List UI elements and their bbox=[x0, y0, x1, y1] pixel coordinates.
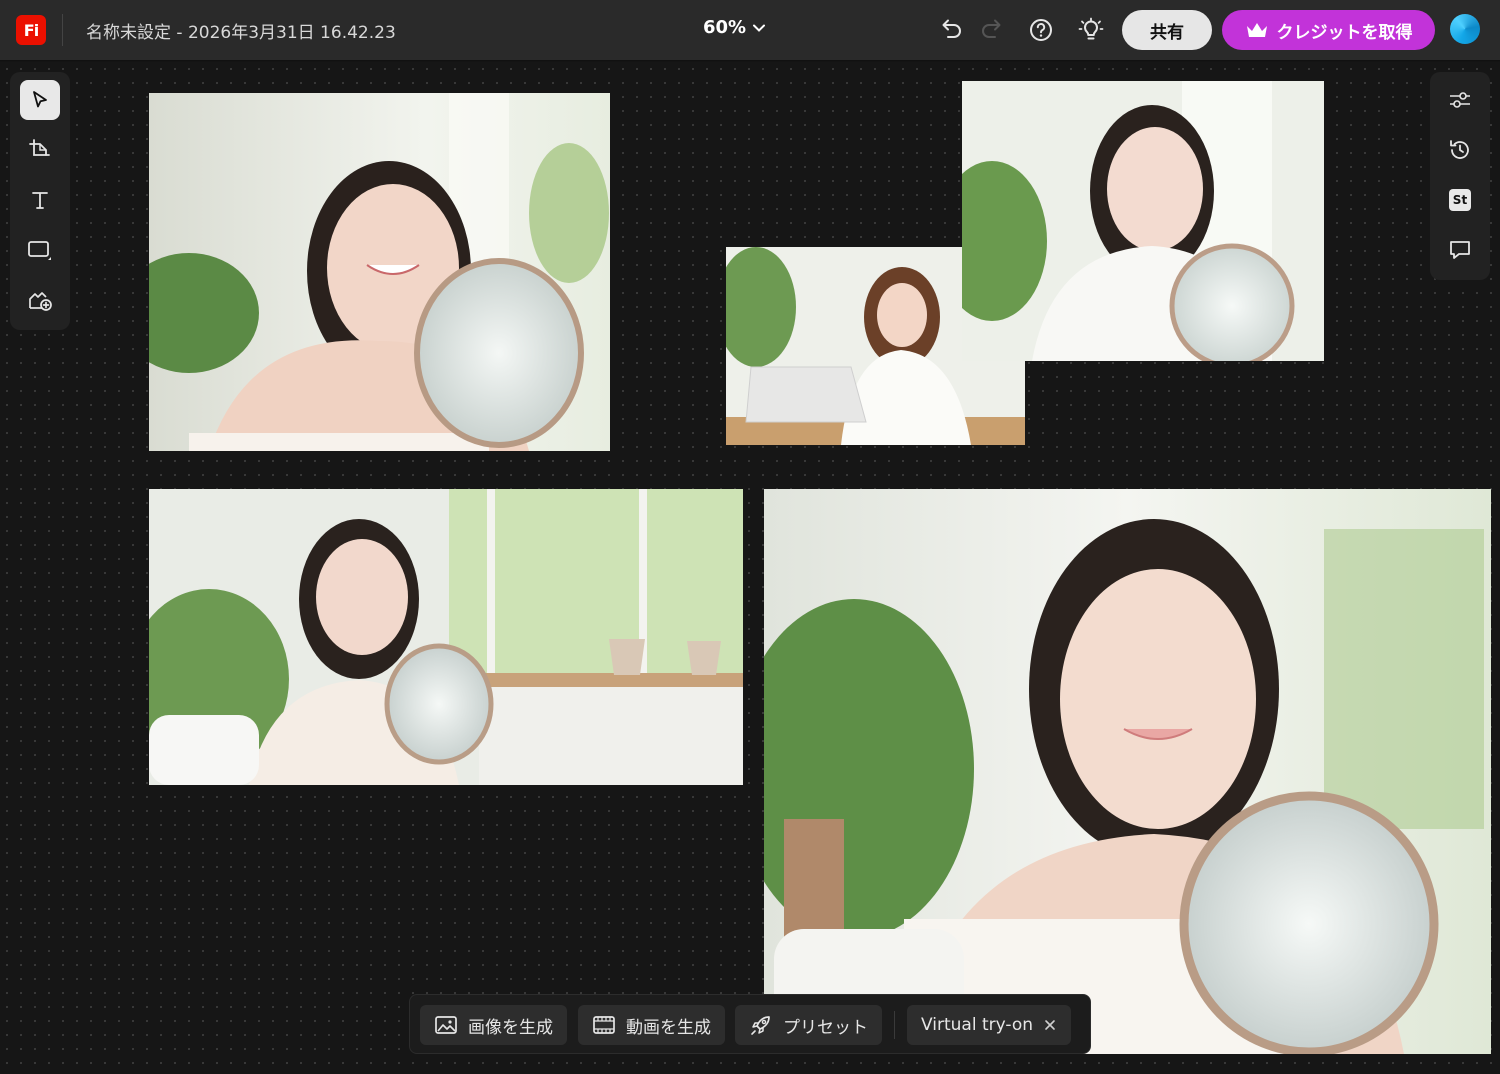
left-toolbar bbox=[10, 72, 70, 330]
get-credits-button[interactable]: クレジットを取得 bbox=[1222, 10, 1435, 50]
divider bbox=[894, 1011, 895, 1039]
video-icon bbox=[593, 1016, 615, 1034]
virtual-tryon-chip[interactable]: Virtual try-on bbox=[907, 1005, 1071, 1045]
stock-label: St bbox=[1449, 189, 1471, 211]
text-tool[interactable] bbox=[20, 180, 60, 220]
image-woman-mirror-smile[interactable] bbox=[149, 93, 610, 451]
help-icon[interactable] bbox=[1027, 16, 1055, 44]
zoom-level: 60% bbox=[703, 17, 747, 38]
image-add-icon bbox=[29, 292, 52, 311]
generate-video-button[interactable]: 動画を生成 bbox=[578, 1005, 725, 1045]
select-tool[interactable] bbox=[20, 80, 60, 120]
rectangle-icon bbox=[28, 241, 51, 260]
preset-label: プリセット bbox=[783, 1017, 868, 1038]
right-toolbar: St bbox=[1430, 72, 1490, 280]
generate-image-button[interactable]: 画像を生成 bbox=[420, 1005, 567, 1045]
virtual-tryon-label: Virtual try-on bbox=[921, 1015, 1033, 1035]
top-bar: Fi 名称未設定 - 2026年3月31日 16.42.23 60% 共有 クレ… bbox=[0, 0, 1500, 61]
zoom-dropdown[interactable]: 60% bbox=[703, 17, 766, 38]
stock-icon[interactable]: St bbox=[1440, 180, 1480, 220]
text-icon bbox=[32, 192, 48, 209]
avatar[interactable] bbox=[1450, 14, 1480, 44]
lightbulb-icon[interactable] bbox=[1077, 16, 1105, 44]
get-credits-label: クレジットを取得 bbox=[1276, 22, 1413, 43]
pointer-icon bbox=[33, 91, 47, 108]
app-logo[interactable]: Fi bbox=[16, 15, 46, 45]
preset-button[interactable]: プリセット bbox=[735, 1005, 882, 1045]
crown-icon bbox=[1246, 23, 1267, 37]
comment-icon[interactable] bbox=[1440, 230, 1480, 270]
history-icon[interactable] bbox=[1440, 130, 1480, 170]
document-title[interactable]: 名称未設定 - 2026年3月31日 16.42.23 bbox=[86, 18, 396, 43]
image-woman-mirror-closeup[interactable] bbox=[764, 489, 1491, 1054]
image-woman-mirror-window[interactable] bbox=[149, 489, 743, 785]
generation-bar: 画像を生成 動画を生成 プリセット Virtual try-on bbox=[409, 994, 1091, 1054]
image-woman-hand-chin-mirror[interactable] bbox=[962, 81, 1324, 361]
redo-icon[interactable] bbox=[978, 16, 1006, 44]
close-icon[interactable] bbox=[1043, 1018, 1057, 1032]
chevron-down-icon bbox=[753, 24, 766, 32]
image-add-tool[interactable] bbox=[20, 280, 60, 320]
image-icon bbox=[435, 1016, 457, 1034]
generate-image-label: 画像を生成 bbox=[468, 1017, 553, 1038]
shape-tool[interactable] bbox=[20, 230, 60, 270]
generate-video-label: 動画を生成 bbox=[626, 1017, 711, 1038]
undo-icon[interactable] bbox=[937, 16, 965, 44]
rocket-icon bbox=[751, 1016, 770, 1035]
divider bbox=[62, 14, 63, 46]
artboard-icon bbox=[29, 139, 50, 156]
adjust-icon[interactable] bbox=[1440, 80, 1480, 120]
share-button[interactable]: 共有 bbox=[1122, 10, 1212, 50]
artboard-tool[interactable] bbox=[20, 130, 60, 170]
